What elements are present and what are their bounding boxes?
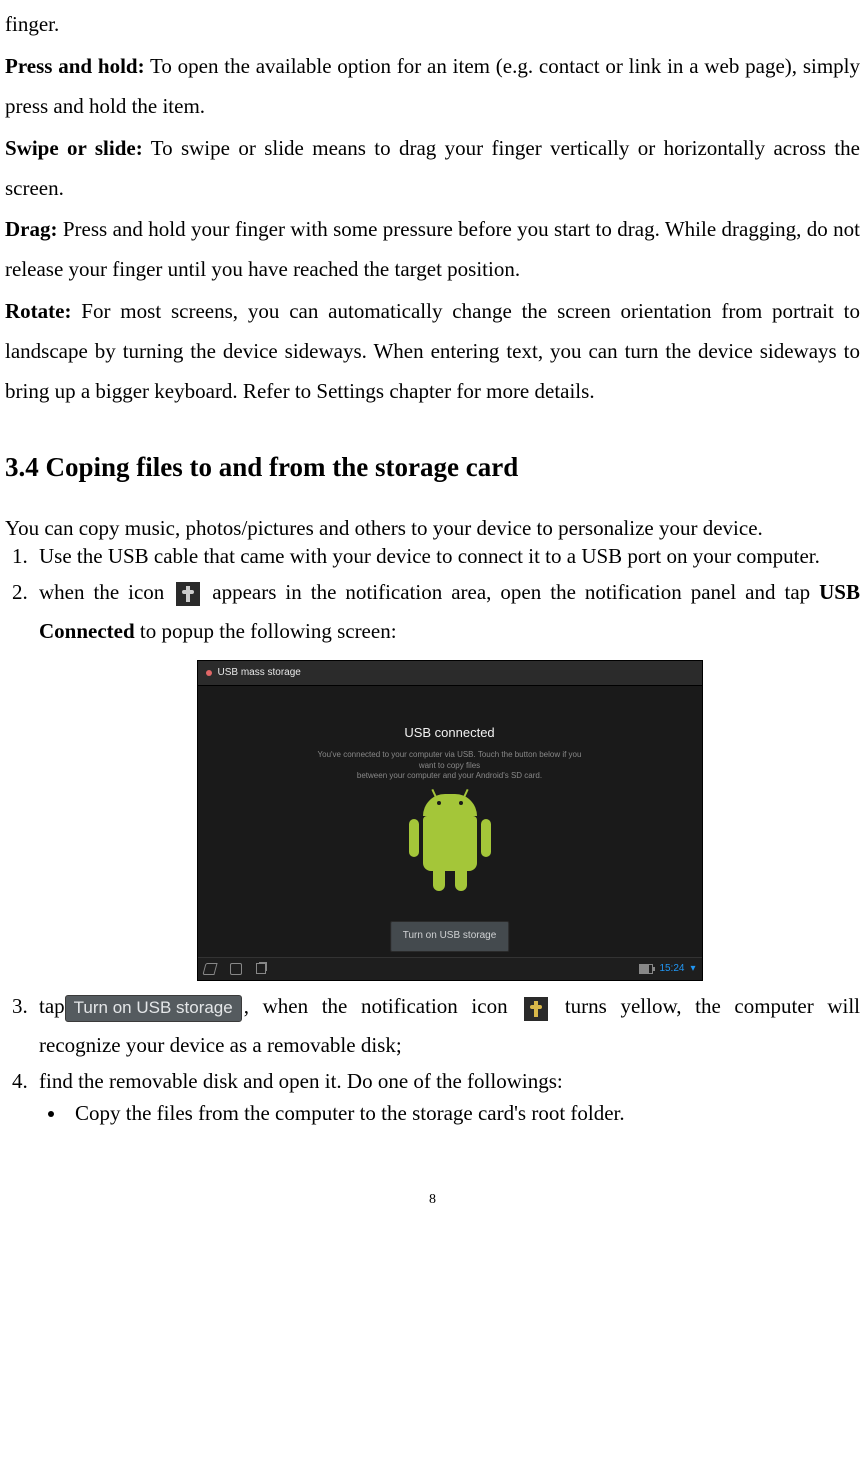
label-press-hold: Press and hold: — [5, 54, 145, 78]
turn-on-usb-button[interactable]: Turn on USB storage — [65, 995, 242, 1022]
recent-icon[interactable] — [256, 963, 266, 974]
para-intro2: You can copy music, photos/pictures and … — [5, 515, 860, 541]
label-drag: Drag: — [5, 217, 57, 241]
section-heading: 3.4 Coping files to and from the storage… — [5, 442, 860, 493]
step-1: Use the USB cable that came with your de… — [33, 543, 860, 569]
screenshot-container: USB mass storage USB connected You've co… — [39, 660, 860, 981]
status-bar: USB mass storage — [198, 661, 702, 686]
step-2: when the icon appears in the notificatio… — [33, 573, 860, 982]
card-sub-2: between your computer and your Android's… — [318, 771, 582, 781]
label-rotate: Rotate: — [5, 299, 71, 323]
step4-text: find the removable disk and open it. Do … — [39, 1069, 563, 1093]
para-swipe: Swipe or slide: To swipe or slide means … — [5, 129, 860, 209]
step-3: tapTurn on USB storage, when the notific… — [33, 987, 860, 1065]
label-swipe: Swipe or slide: — [5, 136, 143, 160]
nav-bar: 15:24 ▾ — [198, 957, 702, 980]
expand-icon: ▾ — [690, 960, 695, 979]
step-4: find the removable disk and open it. Do … — [33, 1068, 860, 1127]
para-rotate: Rotate: For most screens, you can automa… — [5, 292, 860, 412]
usb-card: USB connected You've connected to your c… — [318, 721, 582, 781]
bullet-1: Copy the files from the computer to the … — [67, 1100, 860, 1126]
card-sub-1: You've connected to your computer via US… — [318, 750, 582, 771]
step2-text-b: appears in the notification area, open t… — [203, 580, 819, 604]
usb-icon-yellow — [524, 997, 548, 1021]
intro-fragment: finger. — [5, 5, 860, 45]
card-title: USB connected — [318, 721, 582, 745]
clock: 15:24 — [659, 960, 684, 979]
status-icons: 15:24 ▾ — [639, 960, 695, 979]
home-icon[interactable] — [230, 963, 242, 975]
back-icon[interactable] — [202, 963, 217, 975]
android-robot-icon — [405, 791, 495, 901]
para-drag: Drag: Press and hold your finger with so… — [5, 210, 860, 290]
android-screenshot: USB mass storage USB connected You've co… — [197, 660, 703, 981]
page-number: 8 — [5, 1187, 860, 1214]
step2-text-a: when the icon — [39, 580, 173, 604]
step3-text-b: , when the notification icon — [244, 994, 521, 1018]
text-rotate: For most screens, you can automatically … — [5, 299, 860, 403]
step2-text-c: to popup the following screen: — [135, 619, 397, 643]
para-press-hold: Press and hold: To open the available op… — [5, 47, 860, 127]
battery-icon — [639, 964, 653, 974]
text-drag: Press and hold your finger with some pre… — [5, 217, 860, 281]
usb-indicator-icon — [206, 670, 212, 676]
status-title: USB mass storage — [218, 664, 301, 683]
turn-on-usb-button-small[interactable]: Turn on USB storage — [390, 921, 510, 952]
step3-text-a: tap — [39, 994, 65, 1018]
usb-icon — [176, 582, 200, 606]
